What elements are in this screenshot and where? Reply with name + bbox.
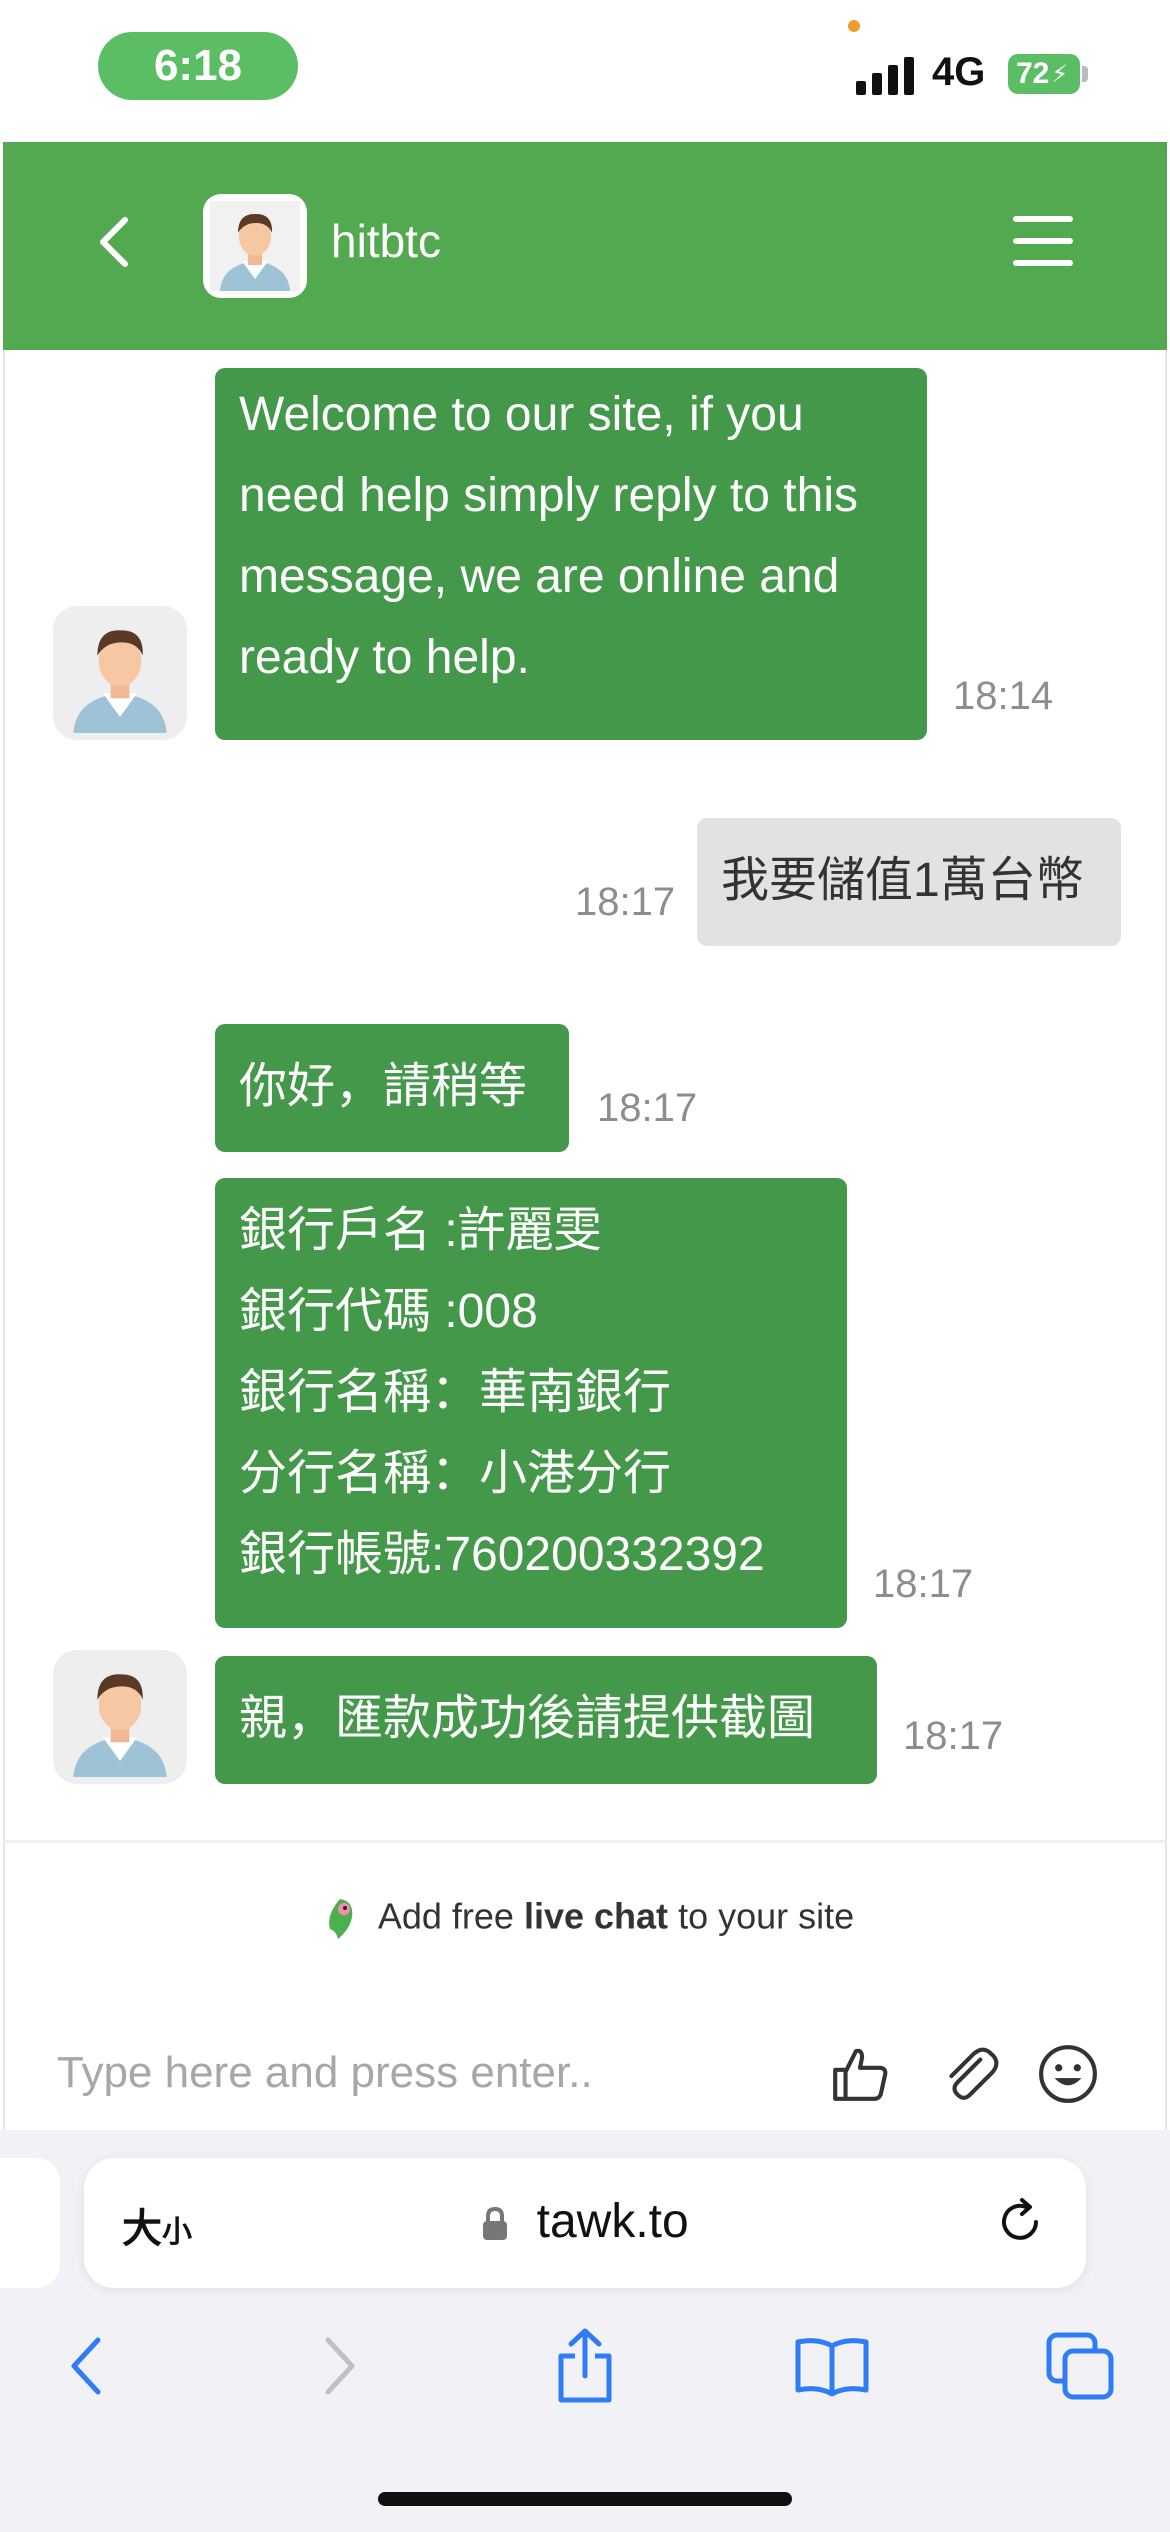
message-time: 18:17 [597,1086,698,1130]
safari-chrome: 大小 tawk.to [0,2130,1170,2532]
hamburger-menu-icon [1013,216,1073,222]
message-list[interactable]: Welcome to our site, if you need help si… [3,350,1167,1840]
tabs-icon [1046,2332,1114,2400]
message-text: 你好，請稍等 [239,1060,528,1113]
tabs-button[interactable] [1030,2316,1130,2416]
bank-account-number: 銀行帳號:760200332392 [239,1528,765,1581]
bookmarks-icon [795,2338,869,2397]
forward-icon [325,2337,355,2395]
battery-tip [1082,66,1088,82]
signal-icon [856,55,914,95]
previous-tab-preview[interactable] [0,2158,60,2288]
branding-bold: live chat [523,1895,669,1937]
agent-avatar [53,1650,187,1784]
network-type: 4G [932,50,986,94]
back-button[interactable] [83,212,143,272]
status-bar: 6:18 4G 72 ⚡ [0,0,1170,140]
back-icon [71,2337,101,2395]
thumbs-up-icon [833,2048,888,2101]
branding-prefix: Add free [377,1895,514,1937]
url-display[interactable]: tawk.to [84,2194,1086,2249]
visitor-message-bubble: 我要儲值1萬台幣 [697,818,1121,946]
reload-button[interactable] [992,2194,1052,2254]
battery-level: 72 [1016,57,1050,90]
composer-row [5,2023,1169,2123]
bank-code: 銀行代碼 :008 [239,1285,538,1338]
status-time: 6:18 [98,32,298,100]
agent-avatar [203,194,307,298]
agent-avatar [53,606,187,740]
person-avatar-icon [73,630,167,733]
parrot-logo-icon [328,1899,353,1939]
browser-back-button[interactable] [36,2316,136,2416]
reload-icon [1002,2198,1038,2240]
agent-message-bubble: 銀行戶名 :許麗雯 銀行代碼 :008 銀行名稱：華南銀行 分行名稱：小港分行 … [215,1178,847,1628]
bank-name: 銀行名稱：華南銀行 [239,1366,672,1419]
emoji-icon [1039,2045,1097,2103]
thumbs-up-button[interactable] [825,2039,895,2109]
agent-message-bubble: 你好，請稍等 [215,1024,569,1152]
person-avatar-icon [210,201,300,291]
browser-toolbar [0,2316,1170,2436]
lock-icon [483,2207,508,2241]
bank-account-name: 銀行戶名 :許麗雯 [239,1204,602,1257]
branding-suffix: to your site [678,1895,855,1937]
privacy-indicator-dot [848,20,860,32]
chat-footer: Add free live chat to your site [3,1840,1167,2130]
share-button[interactable] [535,2316,635,2416]
battery-icon: 72 ⚡ [1008,54,1080,94]
menu-button[interactable] [1013,216,1073,266]
chat-title: hitbtc [331,215,441,267]
url-text: tawk.to [536,2195,689,2248]
message-time: 18:17 [575,880,676,924]
person-avatar-icon [73,1674,167,1777]
attach-file-button[interactable] [935,2039,1005,2109]
branch-name: 分行名稱：小港分行 [239,1447,672,1500]
message-time: 18:17 [903,1714,1004,1758]
tawk-branding-link[interactable]: Add free live chat to your site [5,1895,1169,1943]
message-text: 我要儲值1萬台幣 [721,854,1084,907]
message-time: 18:14 [953,674,1054,718]
chat-header: hitbtc [3,142,1167,350]
home-indicator[interactable] [378,2492,792,2506]
message-input[interactable] [57,2039,777,2107]
share-icon [558,2328,612,2403]
phone-screen: 6:18 4G 72 ⚡ hitbtc Welcome to our site,… [0,0,1170,2532]
emoji-button[interactable] [1033,2039,1103,2109]
address-bar[interactable]: 大小 tawk.to [84,2158,1086,2288]
agent-message-bubble: Welcome to our site, if you need help si… [215,368,927,740]
back-arrow-icon [100,217,128,267]
agent-message-bubble: 親，匯款成功後請提供截圖 [215,1656,877,1784]
bookmarks-button[interactable] [782,2316,882,2416]
message-text: Welcome to our site, if you need help si… [239,388,858,684]
message-time: 18:17 [873,1562,974,1606]
message-text: 親，匯款成功後請提供截圖 [239,1692,816,1745]
paperclip-icon [949,2047,999,2100]
browser-forward-button[interactable] [290,2316,390,2416]
charging-bolt-icon: ⚡ [1051,60,1069,88]
